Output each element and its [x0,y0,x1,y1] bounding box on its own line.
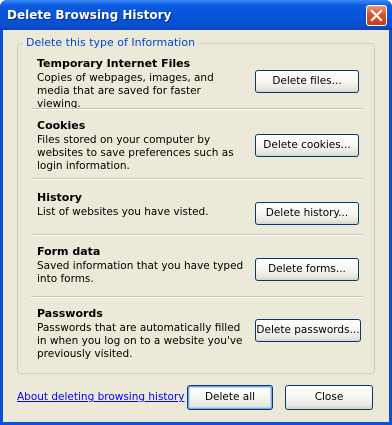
section-title: History [37,191,82,204]
section-description: Saved information that you have typed in… [37,260,244,285]
section-title: Cookies [37,119,86,132]
section-title: Passwords [37,307,103,320]
close-icon [370,9,383,22]
delete-passwords-button[interactable]: Delete passwords... [255,319,361,342]
section-description: Files stored on your computer by website… [37,134,234,172]
divider [31,108,363,110]
section-title: Temporary Internet Files [37,57,191,70]
title-bar[interactable]: Delete Browsing History [0,0,392,30]
divider [31,234,363,236]
about-deleting-history-link[interactable]: About deleting browsing history [17,391,185,403]
delete-files-button[interactable]: Delete files... [255,70,359,93]
group-legend: Delete this type of Information [23,36,199,49]
section-description: Copies of webpages, images, and media th… [37,72,214,110]
close-button[interactable]: Close [285,385,373,410]
window-title: Delete Browsing History [7,8,172,22]
delete-history-button[interactable]: Delete history... [255,202,359,225]
delete-all-button[interactable]: Delete all [187,385,273,410]
section-description: Passwords that are automatically filled … [37,322,243,360]
divider [31,296,363,298]
title-close-button[interactable] [366,5,387,26]
delete-forms-button[interactable]: Delete forms... [255,258,359,281]
delete-cookies-button[interactable]: Delete cookies... [255,134,359,157]
divider [31,178,363,180]
dialog-window: Delete Browsing History Delete this type… [0,0,392,425]
dialog-body: Delete this type of Information Temporar… [3,30,389,422]
section-title: Form data [37,245,101,258]
section-description: List of websites you have visted. [37,206,209,218]
